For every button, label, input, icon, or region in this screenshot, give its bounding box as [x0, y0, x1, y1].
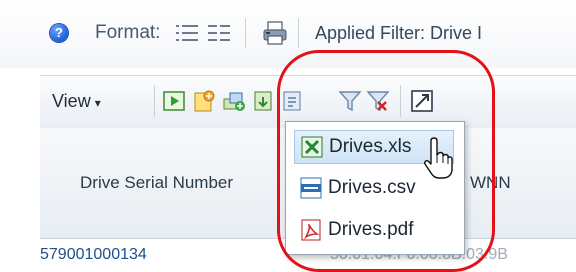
- table-format-icon[interactable]: [208, 24, 230, 42]
- format-bar: [0, 0, 576, 68]
- hand-cursor-icon: [424, 137, 453, 179]
- separator: [154, 85, 155, 117]
- separator: [245, 18, 246, 48]
- view-menu-button[interactable]: View ▾: [52, 91, 101, 112]
- applied-filter-label: Applied Filter: Drive I: [315, 23, 483, 43]
- table-cell-serial: 579001000134: [40, 246, 147, 263]
- add-icon[interactable]: [222, 89, 246, 113]
- list-format-icon[interactable]: [176, 24, 198, 42]
- annotation-ring: [277, 50, 495, 272]
- export-icon[interactable]: [252, 89, 276, 113]
- help-icon[interactable]: ?: [50, 24, 68, 42]
- new-icon[interactable]: [192, 89, 216, 113]
- printer-icon[interactable]: [262, 20, 288, 46]
- column-header-serial[interactable]: Drive Serial Number: [80, 173, 233, 193]
- view-label: View: [52, 91, 91, 111]
- chevron-down-icon: ▾: [94, 96, 101, 110]
- separator: [298, 18, 299, 48]
- play-icon[interactable]: [162, 89, 186, 113]
- format-label: Format:: [95, 22, 161, 43]
